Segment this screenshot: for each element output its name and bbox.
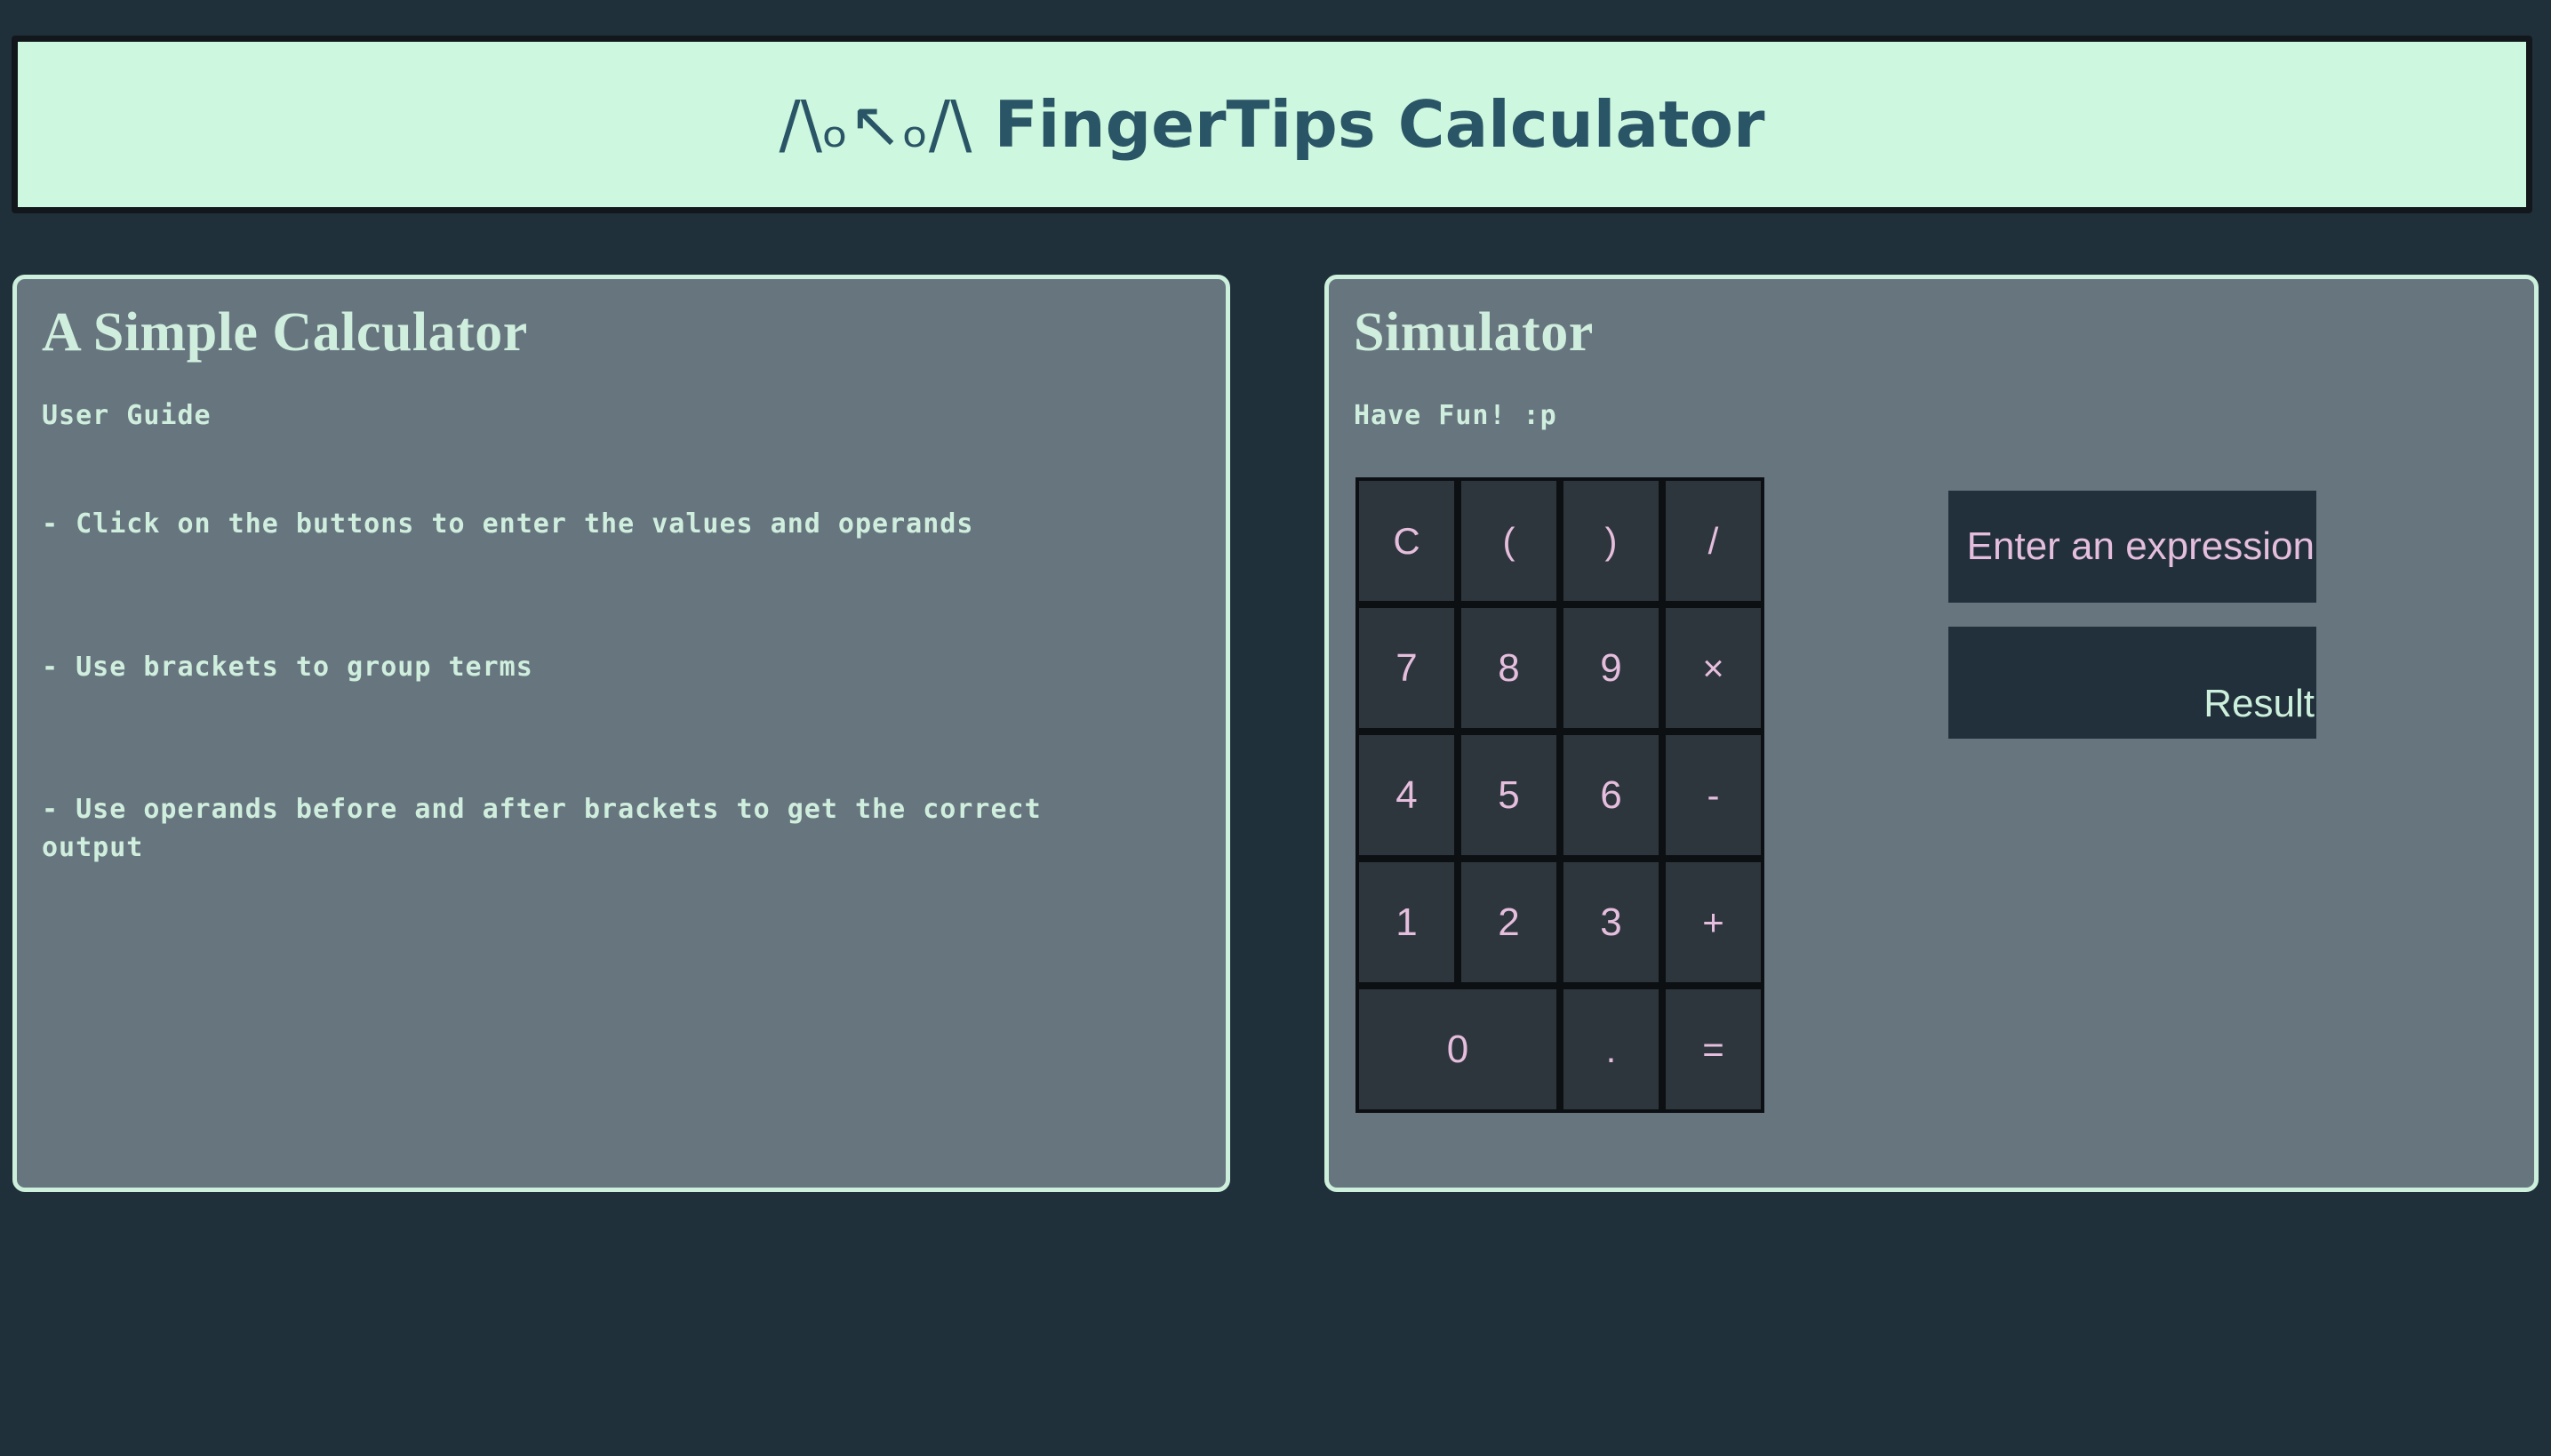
expression-display[interactable]: Enter an expression: [1948, 491, 2316, 604]
calculator-displays: Enter an expression Result: [1948, 491, 2316, 740]
key-add[interactable]: +: [1662, 859, 1764, 987]
user-guide-subheading: User Guide: [42, 400, 212, 432]
key-6[interactable]: 6: [1560, 732, 1662, 860]
key-4[interactable]: 4: [1355, 732, 1458, 860]
key-8[interactable]: 8: [1458, 604, 1560, 732]
key-5[interactable]: 5: [1458, 732, 1560, 860]
user-guide-panel: A Simple Calculator User Guide - Click o…: [12, 275, 1230, 1192]
app-header-banner: /\ₒ↖ₒ/\ FingerTips Calculator: [12, 36, 2532, 213]
calculator-keypad: C()/ 7 8 9 × 4 5 6- 1 2 3 +0. =: [1355, 477, 1764, 1114]
simulator-subheading: Have Fun! :p: [1354, 400, 1557, 432]
simulator-panel-body: Simulator Have Fun! :p C()/ 7 8 9 × 4 5 6- 1 2 3 +0…: [1329, 279, 2534, 1180]
user-guide-panel-body: A Simple Calculator User Guide - Click o…: [17, 279, 1226, 868]
page-title: /\ₒ↖ₒ/\ FingerTips Calculator: [780, 87, 1765, 162]
cat-face-ascii-icon: /\ₒ↖ₒ/\: [779, 87, 972, 162]
key-clear[interactable]: C: [1355, 477, 1458, 605]
user-guide-heading: A Simple Calculator: [42, 302, 528, 363]
key-divide[interactable]: /: [1662, 477, 1764, 605]
page-title-text: FingerTips Calculator: [972, 87, 1765, 162]
simulator-panel: Simulator Have Fun! :p C()/ 7 8 9 × 4 5 6- 1 2 3 +0…: [1324, 275, 2539, 1192]
key-1[interactable]: 1: [1355, 859, 1458, 987]
key-0[interactable]: 0: [1355, 986, 1560, 1114]
simulator-body: C()/ 7 8 9 × 4 5 6- 1 2 3 +0. = Enter an expression …: [1354, 477, 2509, 1180]
key-open-paren[interactable]: (: [1458, 477, 1560, 605]
list-item: - Click on the buttons to enter the valu…: [42, 508, 974, 540]
result-display: Result: [1948, 627, 2316, 740]
key-subtract[interactable]: -: [1662, 732, 1764, 860]
key-multiply[interactable]: ×: [1662, 604, 1764, 732]
key-decimal[interactable]: .: [1560, 986, 1662, 1114]
key-close-paren[interactable]: ): [1560, 477, 1662, 605]
key-equals[interactable]: =: [1662, 986, 1764, 1114]
simulator-heading: Simulator: [1354, 302, 1594, 363]
list-item: - Use brackets to group terms: [42, 651, 533, 683]
user-guide-list: - Click on the buttons to enter the valu…: [42, 506, 1201, 867]
key-7[interactable]: 7: [1355, 604, 1458, 732]
key-3[interactable]: 3: [1560, 859, 1662, 987]
key-2[interactable]: 2: [1458, 859, 1560, 987]
key-9[interactable]: 9: [1560, 604, 1662, 732]
list-item: - Use operands before and after brackets…: [42, 794, 1042, 863]
